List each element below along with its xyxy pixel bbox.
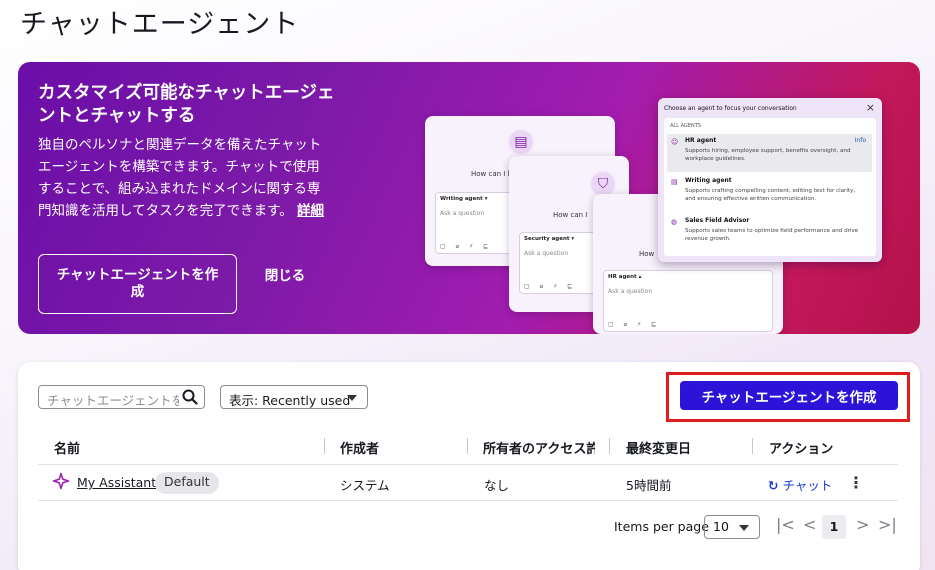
chooser-section: ALL AGENTS [670, 123, 701, 129]
column-divider [467, 438, 468, 454]
document-icon: ▤ [671, 178, 678, 186]
next-page-icon[interactable]: > [856, 515, 869, 534]
refresh-icon: ↻ [768, 478, 779, 493]
modified-cell: 5時間前 [626, 478, 672, 493]
column-header-modified[interactable]: 最終変更日 [626, 438, 691, 457]
agents-panel: チャットエージェントを検索 表示: Recently used チャットエージェ… [18, 362, 920, 570]
column-divider [752, 438, 753, 454]
option-name: Writing agent [685, 177, 732, 184]
banner-create-button[interactable]: チャットエージェントを作成 [38, 254, 237, 314]
banner-title: カスタマイズ可能なチャットエージェントとチャットする [38, 83, 335, 126]
search-placeholder: チャットエージェントを検索 [47, 393, 179, 408]
banner-description-text: 独自のペルソナと関連データを備えたチャットエージェントを構築できます。チャットで… [38, 137, 322, 219]
option-name: HR agent [685, 137, 717, 144]
agent-chip: Security agent ▾ [524, 236, 575, 242]
chat-action-label: チャット [782, 478, 833, 493]
creator-cell: システム [340, 478, 390, 493]
smile-icon: ☺ [671, 138, 679, 146]
agent-chip: Writing agent ▾ [440, 196, 488, 202]
caret-down-icon [347, 395, 357, 401]
more-actions-icon[interactable]: ⋮ [848, 473, 864, 492]
column-header-name[interactable]: 名前 [54, 438, 80, 457]
agent-name-link[interactable]: My Assistant [77, 475, 156, 490]
option-desc: Supports crafting compelling content, ed… [685, 188, 856, 202]
chooser-panel: ALL AGENTS ☺ HR agent Info Supports hiri… [664, 118, 876, 256]
column-divider [324, 438, 325, 454]
default-badge: Default [155, 472, 219, 494]
input-tools: ▢ ⌀ ⚡ ⊑ [608, 321, 661, 328]
view-select-value: 表示: Recently used [229, 393, 351, 408]
agent-chip: HR agent ▴ [608, 274, 642, 280]
first-page-icon[interactable]: |< [776, 515, 795, 534]
globe-icon: ◍ [671, 218, 678, 226]
items-per-page-value: 10 [713, 519, 729, 534]
sparkle-icon [52, 472, 70, 494]
chooser-option: ▤ Writing agent Supports crafting compel… [667, 174, 872, 212]
card-greeting: How can I [553, 211, 588, 219]
column-divider [609, 438, 610, 454]
chooser-option: ◍ Sales Field Advisor Supports sales tea… [667, 214, 872, 252]
banner-description: 独自のペルソナと関連データを備えたチャットエージェントを構築できます。チャットで… [38, 134, 326, 222]
option-name: Sales Field Advisor [685, 217, 750, 224]
last-page-icon[interactable]: >| [878, 515, 897, 534]
option-desc: Supports sales teams to optimize field p… [685, 228, 859, 242]
close-icon: × [865, 101, 875, 114]
header-divider [38, 464, 898, 465]
chat-action-link[interactable]: ↻ チャット [768, 475, 832, 494]
option-desc: Supports hiring, employee support, benef… [685, 148, 851, 162]
items-per-page-select[interactable]: 10 [704, 515, 760, 539]
prev-page-icon[interactable]: < [803, 515, 816, 534]
ask-placeholder: Ask a question [524, 250, 569, 257]
current-page[interactable]: 1 [822, 515, 846, 539]
column-header-actions: アクション [769, 442, 834, 457]
chooser-header: Choose an agent to focus your conversati… [664, 105, 797, 112]
option-info: Info [854, 137, 866, 144]
caret-down-icon [739, 525, 749, 531]
details-link[interactable]: 詳細 [297, 203, 324, 219]
create-agent-button[interactable]: チャットエージェントを作成 [680, 381, 898, 410]
chooser-option: ☺ HR agent Info Supports hiring, employe… [667, 134, 872, 172]
ask-placeholder: Ask a question [440, 210, 485, 217]
ask-placeholder: Ask a question [608, 288, 653, 295]
card-greeting: How [639, 250, 655, 258]
column-header-creator[interactable]: 作成者 [340, 438, 379, 457]
input-tools: ▢ ⌀ ⚡ ⊑ [524, 283, 577, 290]
promo-banner: カスタマイズ可能なチャットエージェントとチャットする 独自のペルソナと関連データ… [18, 62, 920, 334]
owner-access-cell: なし [484, 478, 510, 493]
banner-close-button[interactable]: 閉じる [258, 268, 312, 284]
document-icon: ▤ [507, 128, 535, 156]
input-tools: ▢ ⌀ ⚡ ⊑ [440, 243, 493, 250]
agent-chooser-illustration: Choose an agent to focus your conversati… [658, 98, 882, 262]
search-icon[interactable] [182, 389, 198, 409]
column-header-owner-access[interactable]: 所有者のアクセス許可 [483, 438, 595, 457]
items-per-page-label: Items per page [614, 519, 709, 534]
row-divider [38, 500, 898, 501]
page-title: チャットエージェント [20, 9, 300, 40]
search-input[interactable]: チャットエージェントを検索 [38, 385, 205, 409]
view-select[interactable]: 表示: Recently used [220, 385, 368, 409]
card-input: HR agent ▴ Ask a question ▢ ⌀ ⚡ ⊑ [603, 270, 773, 332]
